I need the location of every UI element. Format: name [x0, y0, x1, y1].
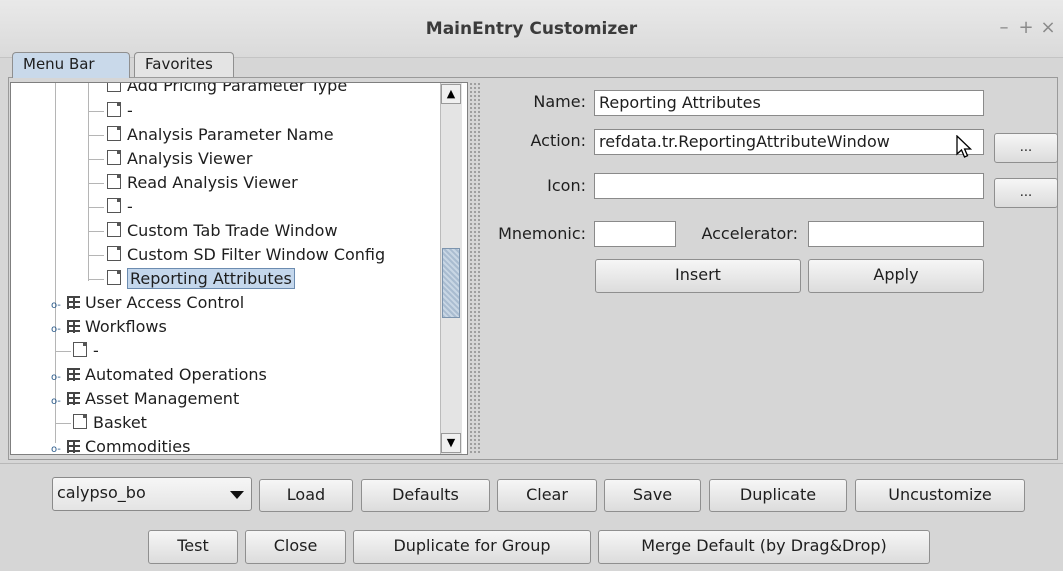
mnemonic-label: Mnemonic: — [498, 224, 586, 243]
close-dialog-button[interactable]: Close — [245, 530, 346, 564]
defaults-button[interactable]: Defaults — [361, 479, 490, 512]
name-field[interactable]: Reporting Attributes — [594, 90, 984, 116]
tree-item[interactable]: Custom SD Filter Window Config — [107, 245, 385, 264]
document-icon — [73, 342, 87, 357]
document-icon — [107, 102, 121, 117]
tree-connector — [55, 351, 71, 352]
tree-connector — [88, 183, 104, 184]
tree-item[interactable]: Analysis Viewer — [107, 149, 252, 168]
tab-favorites[interactable]: Favorites — [134, 52, 234, 77]
tree-connector — [88, 135, 104, 136]
expand-icon[interactable]: o- — [51, 444, 67, 454]
tree-connector — [55, 423, 71, 424]
scroll-thumb[interactable] — [442, 248, 460, 318]
expand-icon[interactable]: o- — [51, 300, 67, 311]
maximize-button[interactable]: + — [1015, 17, 1037, 39]
action-browse-button[interactable]: ... — [994, 133, 1058, 163]
document-icon — [73, 414, 87, 429]
tree-folder[interactable]: o- User Access Control — [51, 293, 244, 312]
document-icon — [107, 198, 121, 213]
close-button[interactable]: × — [1037, 17, 1059, 39]
tree-connector — [88, 159, 104, 160]
uncustomize-button[interactable]: Uncustomize — [855, 479, 1025, 512]
action-label: Action: — [530, 131, 587, 150]
clear-button[interactable]: Clear — [497, 479, 597, 512]
tree-folder[interactable]: o- Automated Operations — [51, 365, 267, 384]
tree-connector — [88, 207, 104, 208]
tree-connector — [88, 279, 104, 280]
action-field[interactable]: refdata.tr.ReportingAttributeWindow — [594, 129, 984, 155]
apply-button[interactable]: Apply — [808, 259, 984, 293]
tree-item[interactable]: Custom Tab Trade Window — [107, 221, 338, 240]
folder-icon — [67, 296, 80, 309]
tree-item[interactable]: Analysis Parameter Name — [107, 125, 334, 144]
test-button[interactable]: Test — [148, 530, 238, 564]
document-icon — [107, 83, 121, 92]
document-icon — [107, 270, 121, 285]
expand-icon[interactable]: o- — [51, 372, 67, 383]
menu-tree[interactable]: Add Pricing Parameter Type - Analysis Pa… — [10, 82, 468, 455]
duplicate-button[interactable]: Duplicate — [709, 479, 847, 512]
mnemonic-field[interactable] — [594, 221, 676, 247]
tree-connector — [88, 255, 104, 256]
document-icon — [107, 126, 121, 141]
tree-item[interactable]: - — [107, 197, 133, 216]
scroll-up-button[interactable]: ▲ — [441, 84, 461, 104]
document-icon — [107, 246, 121, 261]
document-icon — [107, 150, 121, 165]
tree-folder[interactable]: o- Commodities — [51, 437, 190, 454]
icon-field[interactable] — [594, 173, 984, 199]
load-button[interactable]: Load — [259, 479, 353, 512]
tree-item[interactable]: - — [107, 101, 133, 120]
tree-item[interactable]: - — [73, 341, 99, 360]
separator — [0, 463, 1063, 464]
duplicate-for-group-button[interactable]: Duplicate for Group — [353, 530, 591, 564]
save-button[interactable]: Save — [604, 479, 701, 512]
tree-item[interactable]: Add Pricing Parameter Type — [107, 83, 347, 95]
tree-connector — [88, 231, 104, 232]
mouse-cursor-icon — [956, 135, 973, 158]
minimize-button[interactable]: – — [993, 17, 1015, 39]
expand-icon[interactable]: o- — [51, 324, 67, 335]
folder-icon — [67, 368, 80, 381]
window-title: MainEntry Customizer — [425, 19, 638, 39]
merge-default-button[interactable]: Merge Default (by Drag&Drop) — [598, 530, 930, 564]
tree-item[interactable]: Read Analysis Viewer — [107, 173, 298, 192]
tree-item[interactable]: Basket — [73, 413, 147, 432]
name-label: Name: — [533, 92, 586, 111]
tree-connector — [88, 83, 89, 281]
icon-browse-button[interactable]: ... — [994, 178, 1058, 208]
accelerator-field[interactable] — [808, 221, 984, 247]
scroll-down-button[interactable]: ▼ — [441, 433, 461, 453]
icon-label: Icon: — [547, 176, 586, 195]
group-select[interactable]: calypso_bo — [52, 477, 252, 511]
tab-menu-bar[interactable]: Menu Bar — [12, 52, 130, 78]
tree-item-selected[interactable]: Reporting Attributes — [107, 268, 295, 289]
tree-folder[interactable]: o- Asset Management — [51, 389, 239, 408]
tree-connector — [88, 111, 104, 112]
split-pane-divider[interactable] — [469, 82, 481, 455]
document-icon — [107, 174, 121, 189]
folder-icon — [67, 320, 80, 333]
document-icon — [107, 222, 121, 237]
accelerator-label: Accelerator: — [701, 224, 798, 243]
dropdown-arrow-icon[interactable] — [229, 488, 245, 500]
folder-icon — [67, 392, 80, 405]
expand-icon[interactable]: o- — [51, 396, 67, 407]
tree-folder[interactable]: o- Workflows — [51, 317, 167, 336]
insert-button[interactable]: Insert — [595, 259, 801, 293]
folder-icon — [67, 440, 80, 453]
